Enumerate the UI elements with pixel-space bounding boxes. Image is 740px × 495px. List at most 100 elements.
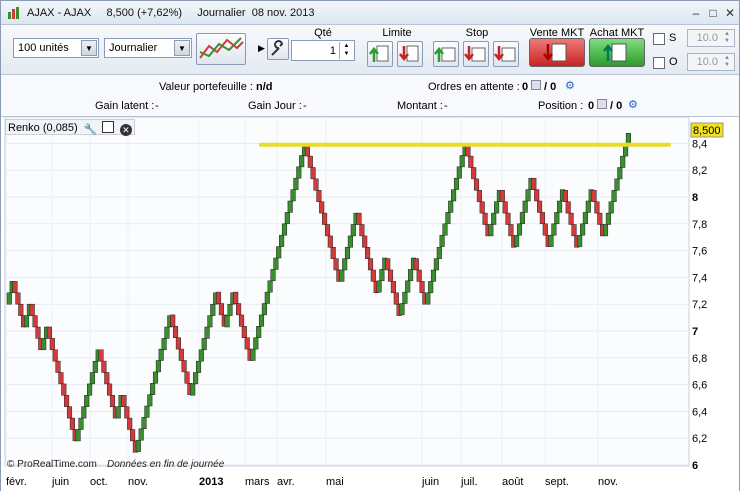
- order-toolbar: 100 unités ▼ Journalier ▼ ▶ Qté 1 ▲ ▼ Lim…: [1, 25, 739, 75]
- renko-brick-down: [15, 292, 21, 305]
- sell-market-button[interactable]: [529, 38, 585, 67]
- minimize-icon[interactable]: –: [689, 6, 703, 20]
- s-value-input[interactable]: 10.0 ▲ ▼: [687, 29, 735, 47]
- o-spinner-icon[interactable]: ▲ ▼: [721, 55, 733, 69]
- stop-sell-button[interactable]: [463, 41, 489, 67]
- renko-brick-down: [537, 200, 543, 213]
- wrench-icon: [271, 40, 284, 56]
- renko-brick-up: [276, 246, 282, 259]
- renko-brick-up: [92, 360, 98, 373]
- close-icon[interactable]: ✕: [723, 6, 737, 20]
- quantity-spinner-icon[interactable]: ▲ ▼: [339, 42, 353, 59]
- renko-brick-up: [376, 280, 382, 293]
- renko-brick-up: [525, 189, 531, 202]
- renko-brick-down: [215, 291, 222, 304]
- renko-brick-up: [516, 223, 523, 236]
- renko-brick-up: [6, 292, 12, 305]
- renko-brick-down: [482, 212, 488, 225]
- renko-brick-up: [585, 200, 591, 213]
- toolbar-expand-icon[interactable]: ▶: [258, 43, 265, 54]
- renko-brick-up: [23, 315, 30, 328]
- stop-buy-button[interactable]: [433, 41, 459, 67]
- last-price-label: 8,500: [693, 125, 721, 137]
- renko-brick-down: [502, 201, 508, 214]
- wrench-button[interactable]: [267, 38, 289, 60]
- renko-brick-down: [181, 360, 187, 373]
- renko-brick-up: [551, 223, 557, 236]
- renko-brick-down: [471, 167, 477, 180]
- s-checkbox[interactable]: [653, 33, 665, 45]
- renko-brick-down: [324, 224, 331, 237]
- y-tick-label: 6,2: [692, 433, 707, 445]
- renko-brick-down: [127, 417, 133, 430]
- renko-brick-down: [468, 155, 474, 168]
- timeframe-select[interactable]: Journalier ▼: [104, 38, 192, 58]
- renko-brick-up: [430, 269, 437, 282]
- renko-brick-down: [236, 303, 242, 316]
- renko-brick-up: [224, 315, 230, 328]
- close-circle-icon[interactable]: ✕: [119, 124, 132, 136]
- latent-gain-label: Gain latent :: [95, 100, 155, 112]
- renko-brick-down: [330, 247, 336, 259]
- renko-chart[interactable]: 6 6,2 6,4 6,6 6,8 7 7,2 7,4 7,6 7,8 8 8,2 8,4 févr. ju…: [1, 116, 739, 492]
- pending-gear-icon[interactable]: ⚙: [565, 79, 575, 92]
- renko-brick-down: [310, 167, 316, 180]
- renko-brick-up: [287, 200, 293, 213]
- maximize-icon[interactable]: □: [706, 6, 720, 20]
- renko-brick-up: [150, 383, 156, 395]
- x-tick-label: juin: [51, 476, 69, 488]
- renko-brick-down: [61, 383, 67, 396]
- title-bar: AJAX - AJAX 8,500 (+7,62%) Journalier 08…: [1, 1, 739, 25]
- renko-brick-down: [29, 303, 35, 316]
- renko-brick-down: [307, 155, 313, 168]
- renko-brick-down: [218, 303, 224, 316]
- o-value-input[interactable]: 10.0 ▲ ▼: [687, 53, 735, 71]
- s-spinner-icon[interactable]: ▲ ▼: [721, 31, 733, 45]
- window-icon[interactable]: [101, 121, 114, 133]
- renko-brick-down: [12, 281, 18, 294]
- quantity-input[interactable]: 1 ▲ ▼: [291, 40, 355, 61]
- limit-buy-button[interactable]: [367, 41, 393, 67]
- renko-brick-up: [147, 394, 153, 407]
- qty-label: Qté: [314, 27, 332, 39]
- renko-brick-down: [316, 190, 322, 202]
- limit-sell-button[interactable]: [397, 41, 423, 67]
- renko-brick-down: [562, 190, 568, 202]
- renko-brick-up: [293, 177, 299, 190]
- stop-extra-button[interactable]: [493, 41, 519, 67]
- renko-brick-down: [64, 395, 70, 407]
- renko-brick-down: [333, 258, 339, 271]
- chart-style-button[interactable]: [196, 33, 246, 65]
- renko-brick-down: [499, 190, 505, 202]
- renko-brick-down: [508, 224, 514, 237]
- renko-brick-down: [124, 406, 130, 419]
- renko-brick-down: [172, 326, 179, 338]
- s-value: 10.0: [696, 32, 718, 44]
- renko-brick-up: [270, 269, 276, 282]
- buy-market-button[interactable]: [589, 38, 645, 67]
- o-checkbox[interactable]: [653, 57, 665, 69]
- chart-app-icon: [8, 7, 19, 19]
- renko-brick-up: [548, 234, 554, 247]
- renko-brick-up: [488, 224, 494, 237]
- renko-brick-down: [49, 338, 55, 351]
- wrench-icon[interactable]: 🔧: [84, 124, 98, 136]
- renko-brick-down: [18, 303, 24, 316]
- renko-brick-up: [557, 200, 563, 213]
- renko-brick-up: [81, 406, 87, 419]
- s-label: S: [669, 32, 677, 44]
- quantity-unit-select[interactable]: 100 unités ▼: [13, 38, 99, 58]
- renko-brick-up: [491, 212, 497, 225]
- renko-brick-down: [241, 326, 247, 338]
- renko-brick-down: [356, 212, 362, 225]
- position-icon[interactable]: [597, 99, 607, 109]
- y-tick-label: 8,4: [692, 138, 707, 150]
- y-tick-label: 7,8: [692, 219, 707, 231]
- renko-brick-down: [101, 360, 107, 373]
- limit-sell-icon: [399, 45, 419, 62]
- pending-orders-icon[interactable]: [531, 80, 541, 90]
- position-gear-icon[interactable]: ⚙: [628, 98, 638, 111]
- y-tick-label: 8: [692, 192, 698, 204]
- renko-brick-up: [379, 269, 385, 282]
- renko-brick-up: [201, 338, 207, 351]
